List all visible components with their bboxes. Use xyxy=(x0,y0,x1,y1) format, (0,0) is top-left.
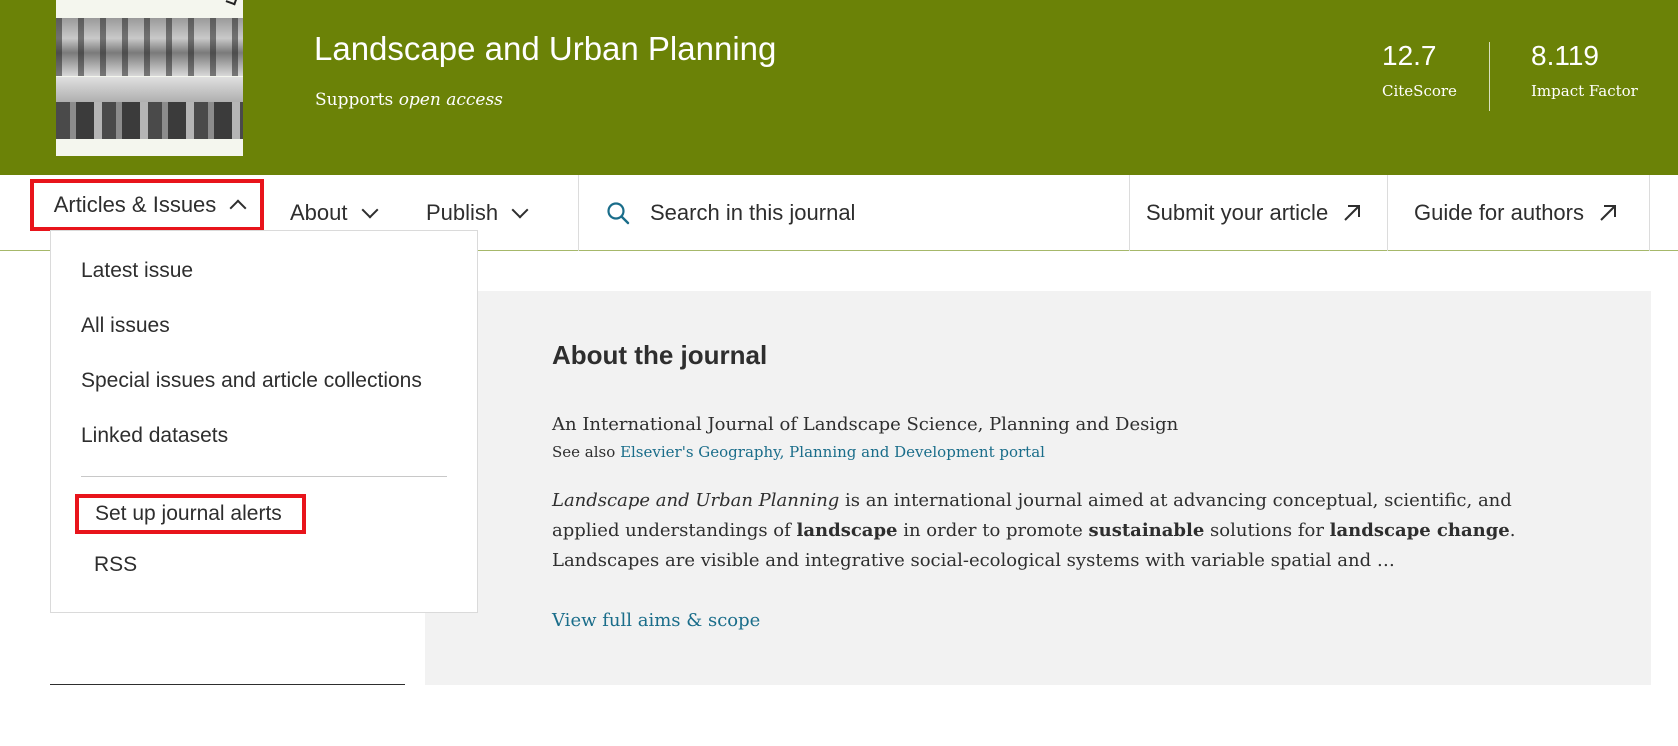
nav-articles-issues[interactable]: Articles & Issues xyxy=(30,179,264,231)
subtitle-prefix: Supports xyxy=(315,90,394,110)
chevron-down-icon xyxy=(361,201,378,219)
about-heading: About the journal xyxy=(552,340,768,370)
desc-bold-landscape-change: landscape change xyxy=(1329,520,1510,541)
view-aims-scope-link[interactable]: View full aims & scope xyxy=(552,610,760,631)
nav-articles-label: Articles & Issues xyxy=(53,192,217,217)
chevron-down-icon xyxy=(511,201,529,219)
impact-factor-label: Impact Factor xyxy=(1531,82,1638,100)
guide-for-authors-label: Guide for authors xyxy=(1414,200,1584,225)
journal-tagline: An International Journal of Landscape Sc… xyxy=(552,414,1179,435)
menu-item-linked-datasets[interactable]: Linked datasets xyxy=(81,424,228,448)
see-also-prefix: See also xyxy=(552,443,616,461)
desc-text-3: solutions for xyxy=(1204,520,1330,541)
nav-publish-label: Publish xyxy=(426,200,499,225)
menu-item-journal-alerts[interactable]: Set up journal alerts xyxy=(75,494,306,534)
journal-cover-image[interactable] xyxy=(56,0,243,156)
nav-divider xyxy=(1649,175,1650,251)
menu-item-special-issues[interactable]: Special issues and article collections xyxy=(81,369,422,393)
search-icon[interactable] xyxy=(606,201,630,225)
nav-about-label: About xyxy=(290,200,348,225)
menu-item-rss[interactable]: RSS xyxy=(94,553,137,577)
external-link-icon xyxy=(1600,205,1616,221)
chevron-up-icon xyxy=(229,199,247,217)
nav-divider xyxy=(1387,175,1388,251)
journal-header: Landscape and Urban Planning Supports op… xyxy=(0,0,1678,175)
guide-for-authors-link[interactable]: Guide for authors xyxy=(1414,175,1618,251)
impact-factor-value: 8.119 xyxy=(1531,40,1599,71)
journal-subtitle: Supports open access xyxy=(315,90,503,110)
submit-article-link[interactable]: Submit your article xyxy=(1146,175,1362,251)
menu-divider xyxy=(81,476,447,477)
citescore-metric[interactable]: 12.7 CiteScore xyxy=(1382,40,1457,100)
articles-issues-dropdown: Latest issue All issues Special issues a… xyxy=(50,230,478,613)
nav-divider xyxy=(578,175,579,251)
desc-journal-name: Landscape and Urban Planning xyxy=(552,490,840,511)
desc-bold-sustainable: sustainable xyxy=(1088,520,1205,541)
journal-search-input[interactable] xyxy=(650,193,1110,233)
external-link-icon xyxy=(1344,205,1361,221)
sidebar-divider xyxy=(50,684,405,685)
menu-item-all-issues[interactable]: All issues xyxy=(81,314,170,338)
impact-factor-metric[interactable]: 8.119 Impact Factor xyxy=(1531,40,1638,100)
metric-divider xyxy=(1489,42,1490,111)
portal-link[interactable]: Elsevier's Geography, Planning and Devel… xyxy=(620,443,1045,461)
journal-description: Landscape and Urban Planning is an inter… xyxy=(552,486,1532,576)
menu-item-latest-issue[interactable]: Latest issue xyxy=(81,259,193,283)
subtitle-open-access: open access xyxy=(398,90,503,110)
nav-divider xyxy=(1129,175,1130,251)
journal-title[interactable]: Landscape and Urban Planning xyxy=(314,30,776,68)
cover-photo-trees xyxy=(56,18,243,76)
submit-article-label: Submit your article xyxy=(1146,200,1329,225)
cover-mark xyxy=(225,0,239,6)
desc-bold-landscape: landscape xyxy=(796,520,898,541)
citescore-value: 12.7 xyxy=(1382,40,1437,71)
citescore-label: CiteScore xyxy=(1382,82,1457,100)
cover-photo-city xyxy=(56,77,243,139)
see-also-line: See also Elsevier's Geography, Planning … xyxy=(552,443,1045,461)
desc-text-2: in order to promote xyxy=(897,520,1089,541)
